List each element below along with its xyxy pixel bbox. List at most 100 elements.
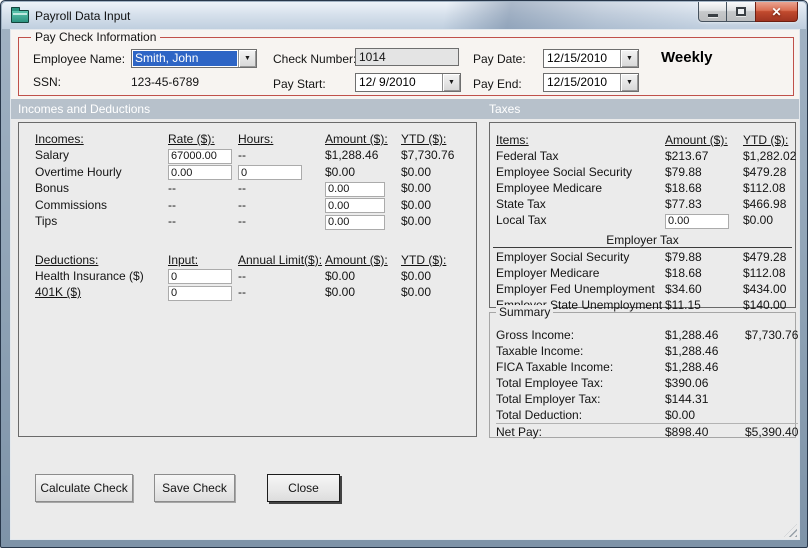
salary-rate-input[interactable] [168,148,232,164]
row-label: Employer Social Security [496,249,630,264]
row-label: Employer Fed Unemployment [496,281,655,296]
cell-value: $18.68 [665,181,702,195]
cell-value: $0.00 [665,408,696,422]
column-header: YTD ($): [401,252,447,267]
401k-link[interactable]: 401K ($) [35,284,168,301]
cell-value: $1,288.46 [665,360,719,374]
pay-start-label: Pay Start: [273,77,326,91]
pay-start-value: 12/ 9/2010 [359,75,416,89]
employee-name-value: Smith, John [133,51,237,66]
resize-grip[interactable] [784,524,797,537]
app-icon [11,7,29,23]
pay-date-label: Pay Date: [473,52,526,66]
column-header: Amount ($): [665,133,728,147]
employee-name-select[interactable]: Smith, John ▼ [131,49,257,68]
column-header: YTD ($): [743,133,789,147]
pay-date-select[interactable]: 12/15/2010 ▼ [543,49,639,68]
column-header: Items: [496,133,529,147]
taxes-header: Taxes [489,102,521,116]
cell-value: $0.00 [401,214,432,228]
maximize-button[interactable] [726,2,756,22]
cell-value: $18.68 [665,265,702,280]
cell-value: $0.00 [325,164,356,179]
cell-value: $7,730.76 [401,148,455,162]
close-window-button[interactable]: ✕ [755,2,798,22]
taxes-table: Items: Amount ($): YTD ($): Federal Tax … [490,123,796,229]
row-label: Federal Tax [496,149,559,163]
pay-end-select[interactable]: 12/15/2010 ▼ [543,73,639,92]
minimize-button[interactable] [698,2,727,22]
cell-value: $0.00 [401,285,432,299]
row-label: FICA Taxable Income: [496,360,614,374]
cell-value: $34.60 [665,281,702,296]
app-window: Payroll Data Input ✕ Pay Check Informati… [0,0,808,548]
summary-legend: Summary [496,305,554,319]
cell-value: $466.98 [743,197,787,211]
cell-value [745,375,798,391]
column-header: Input: [168,252,199,267]
cell-value [745,359,798,375]
incomes-deductions-header: Incomes and Deductions [18,102,151,116]
ssn-value: 123-45-6789 [131,75,200,89]
check-number-label: Check Number: [273,52,357,66]
cell-value: $1,288.46 [665,344,719,358]
top-section: Pay Check Information Employee Name: Smi… [11,30,799,99]
cell-value: $1,288.46 [665,328,719,342]
close-button[interactable]: Close [267,474,340,502]
cell-value: $0.00 [401,181,432,195]
dropdown-arrow-icon[interactable]: ▼ [620,74,638,91]
commissions-amount-input[interactable] [325,198,385,213]
401k-input[interactable] [168,285,232,301]
row-label: Bonus [35,181,70,195]
tips-amount-input[interactable] [325,214,385,230]
row-label: Total Deduction: [496,408,583,422]
check-number-input[interactable] [355,48,459,66]
row-label: Gross Income: [496,328,575,342]
pay-start-select[interactable]: 12/ 9/2010 ▼ [355,73,461,92]
row-label: Salary [35,148,70,162]
column-header: Incomes: [35,132,84,146]
overtime-rate-input[interactable] [168,165,232,180]
cell-value: $0.00 [401,268,432,283]
cell-value: $5,390.40 [745,423,799,439]
taxes-panel: Items: Amount ($): YTD ($): Federal Tax … [489,122,796,312]
cell-value: $898.40 [665,423,745,440]
overtime-hours-input[interactable] [238,165,302,180]
column-header: YTD ($): [401,132,447,146]
minimize-icon [707,14,718,17]
cell-value: $0.00 [401,164,432,179]
row-label: Commissions [35,197,108,212]
screenshot-stage: { "window": { "title": "Payroll Data Inp… [0,0,808,548]
ssn-label: SSN: [33,75,62,89]
cell-value: $0.00 [401,197,432,212]
row-label: Health Insurance ($) [35,268,144,283]
dropdown-arrow-icon[interactable]: ▼ [442,74,460,91]
client-area: Pay Check Information Employee Name: Smi… [10,29,800,540]
cell-value: $140.00 [743,297,787,312]
health-insurance-input[interactable] [168,269,232,284]
cell-value: $479.28 [743,249,787,264]
cell-value: -- [238,285,246,299]
employer-tax-divider: Employer Tax [493,233,792,248]
save-check-button[interactable]: Save Check [154,474,235,502]
pay-date-value: 12/15/2010 [547,51,608,65]
cell-value: -- [238,268,246,283]
dropdown-arrow-icon[interactable]: ▼ [620,50,638,67]
bonus-amount-input[interactable] [325,181,385,197]
employee-name-label: Employee Name: [33,52,126,66]
cell-value: $79.88 [665,249,702,264]
titlebar[interactable]: Payroll Data Input ✕ [2,2,806,29]
section-header-band: Incomes and Deductions Taxes [11,99,799,119]
cell-value: $0.00 [743,213,774,227]
calculate-check-button[interactable]: Calculate Check [35,474,133,502]
local-tax-input[interactable] [665,213,729,229]
paycheck-info-legend: Pay Check Information [31,30,161,44]
cell-value: $144.31 [665,392,709,406]
cell-value: -- [238,214,246,228]
dropdown-arrow-icon[interactable]: ▼ [238,50,256,67]
cell-value [745,391,798,407]
cell-value: $79.88 [665,165,702,179]
paycheck-info-group: Pay Check Information Employee Name: Smi… [18,30,794,96]
column-header: Hours: [238,132,274,146]
cell-value: -- [238,181,246,195]
